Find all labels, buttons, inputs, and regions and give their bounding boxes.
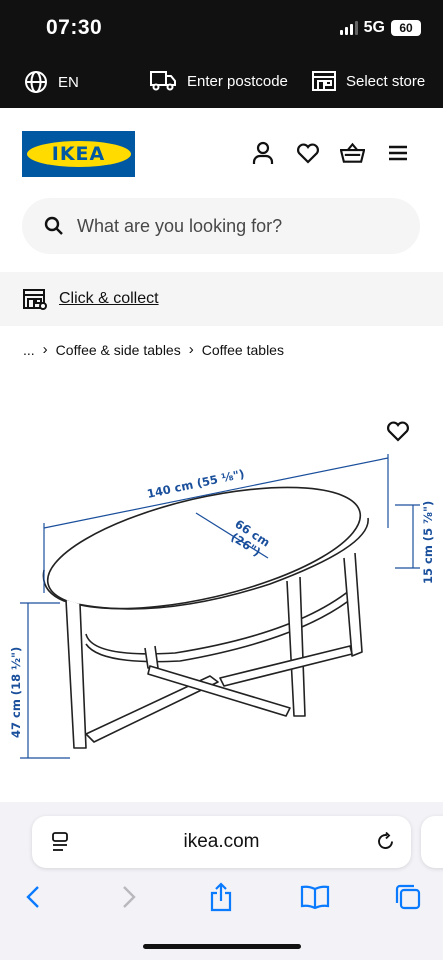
logo-text: IKEA bbox=[51, 143, 106, 165]
chevron-right-icon: › bbox=[42, 341, 48, 358]
language-label: EN bbox=[58, 73, 79, 91]
ikea-logo[interactable]: IKEA bbox=[22, 131, 135, 177]
heart-icon bbox=[296, 143, 319, 164]
user-icon bbox=[252, 141, 273, 164]
language-selector[interactable]: EN bbox=[24, 70, 79, 94]
heart-icon bbox=[387, 421, 409, 442]
table-dimension-drawing: 140 cm (55 ⅛") 66 cm (26") 15 cm (5 ⅞") … bbox=[9, 454, 435, 759]
basket-icon bbox=[340, 142, 365, 163]
battery-icon: 60 bbox=[391, 20, 421, 36]
store-icon bbox=[312, 71, 336, 91]
dimension-height-label: 47 cm (18 ½") bbox=[9, 647, 23, 738]
next-tab-preview[interactable] bbox=[421, 816, 443, 868]
search-placeholder: What are you looking for? bbox=[77, 215, 283, 236]
share-button[interactable] bbox=[206, 882, 236, 912]
click-collect-link[interactable]: Click & collect bbox=[59, 290, 159, 308]
breadcrumb-item[interactable]: Coffee & side tables bbox=[56, 342, 181, 358]
postcode-label: Enter postcode bbox=[187, 72, 288, 90]
reload-icon[interactable] bbox=[375, 831, 396, 852]
globe-icon bbox=[25, 71, 47, 93]
status-bar: 07:30 5G 60 bbox=[0, 0, 443, 58]
share-icon bbox=[210, 882, 232, 912]
basket-button[interactable] bbox=[340, 140, 365, 165]
store-label: Select store bbox=[346, 72, 426, 90]
url-text: ikea.com bbox=[183, 831, 260, 852]
site-header: IKEA bbox=[0, 108, 443, 196]
book-icon bbox=[300, 885, 330, 909]
save-to-favourites-button[interactable] bbox=[386, 420, 410, 447]
bookmarks-button[interactable] bbox=[300, 882, 330, 912]
back-button[interactable] bbox=[18, 882, 48, 912]
network-type: 5G bbox=[363, 19, 385, 36]
hamburger-menu-icon bbox=[388, 145, 407, 160]
tabs-icon bbox=[395, 884, 421, 910]
menu-button[interactable] bbox=[385, 140, 410, 165]
status-time: 07:30 bbox=[46, 16, 103, 39]
breadcrumb-item[interactable]: Coffee tables bbox=[202, 342, 284, 358]
store-button[interactable]: Select store bbox=[312, 70, 425, 92]
tabs-button[interactable] bbox=[393, 882, 423, 912]
logo-oval: IKEA bbox=[26, 141, 131, 167]
breadcrumb: ... › Coffee & side tables › Coffee tabl… bbox=[23, 341, 284, 358]
header-actions bbox=[250, 140, 410, 165]
delivery-truck-icon bbox=[150, 71, 176, 91]
postcode-button[interactable]: Enter postcode bbox=[150, 70, 288, 92]
breadcrumb-ellipsis[interactable]: ... bbox=[23, 342, 35, 358]
address-bar[interactable]: ikea.com bbox=[32, 816, 411, 868]
chevron-right-icon bbox=[123, 886, 136, 908]
account-button[interactable] bbox=[250, 140, 275, 165]
wishlist-button[interactable] bbox=[295, 140, 320, 165]
forward-button[interactable] bbox=[114, 882, 144, 912]
utility-bar: EN Enter postcode Select store bbox=[0, 58, 443, 108]
store-pickup-icon bbox=[23, 289, 47, 310]
product-image[interactable]: 140 cm (55 ⅛") 66 cm (26") 15 cm (5 ⅞") … bbox=[0, 378, 443, 802]
home-indicator[interactable] bbox=[143, 944, 301, 949]
dimension-shelf-label: 15 cm (5 ⅞") bbox=[421, 501, 435, 584]
search-icon bbox=[44, 216, 63, 235]
click-collect-bar: Click & collect bbox=[0, 272, 443, 326]
status-indicators: 5G 60 bbox=[339, 19, 421, 37]
chevron-right-icon: › bbox=[188, 341, 194, 358]
signal-icon bbox=[339, 21, 358, 35]
browser-nav-row bbox=[0, 878, 443, 918]
chevron-left-icon bbox=[26, 886, 39, 908]
search-bar[interactable]: What are you looking for? bbox=[22, 198, 420, 254]
